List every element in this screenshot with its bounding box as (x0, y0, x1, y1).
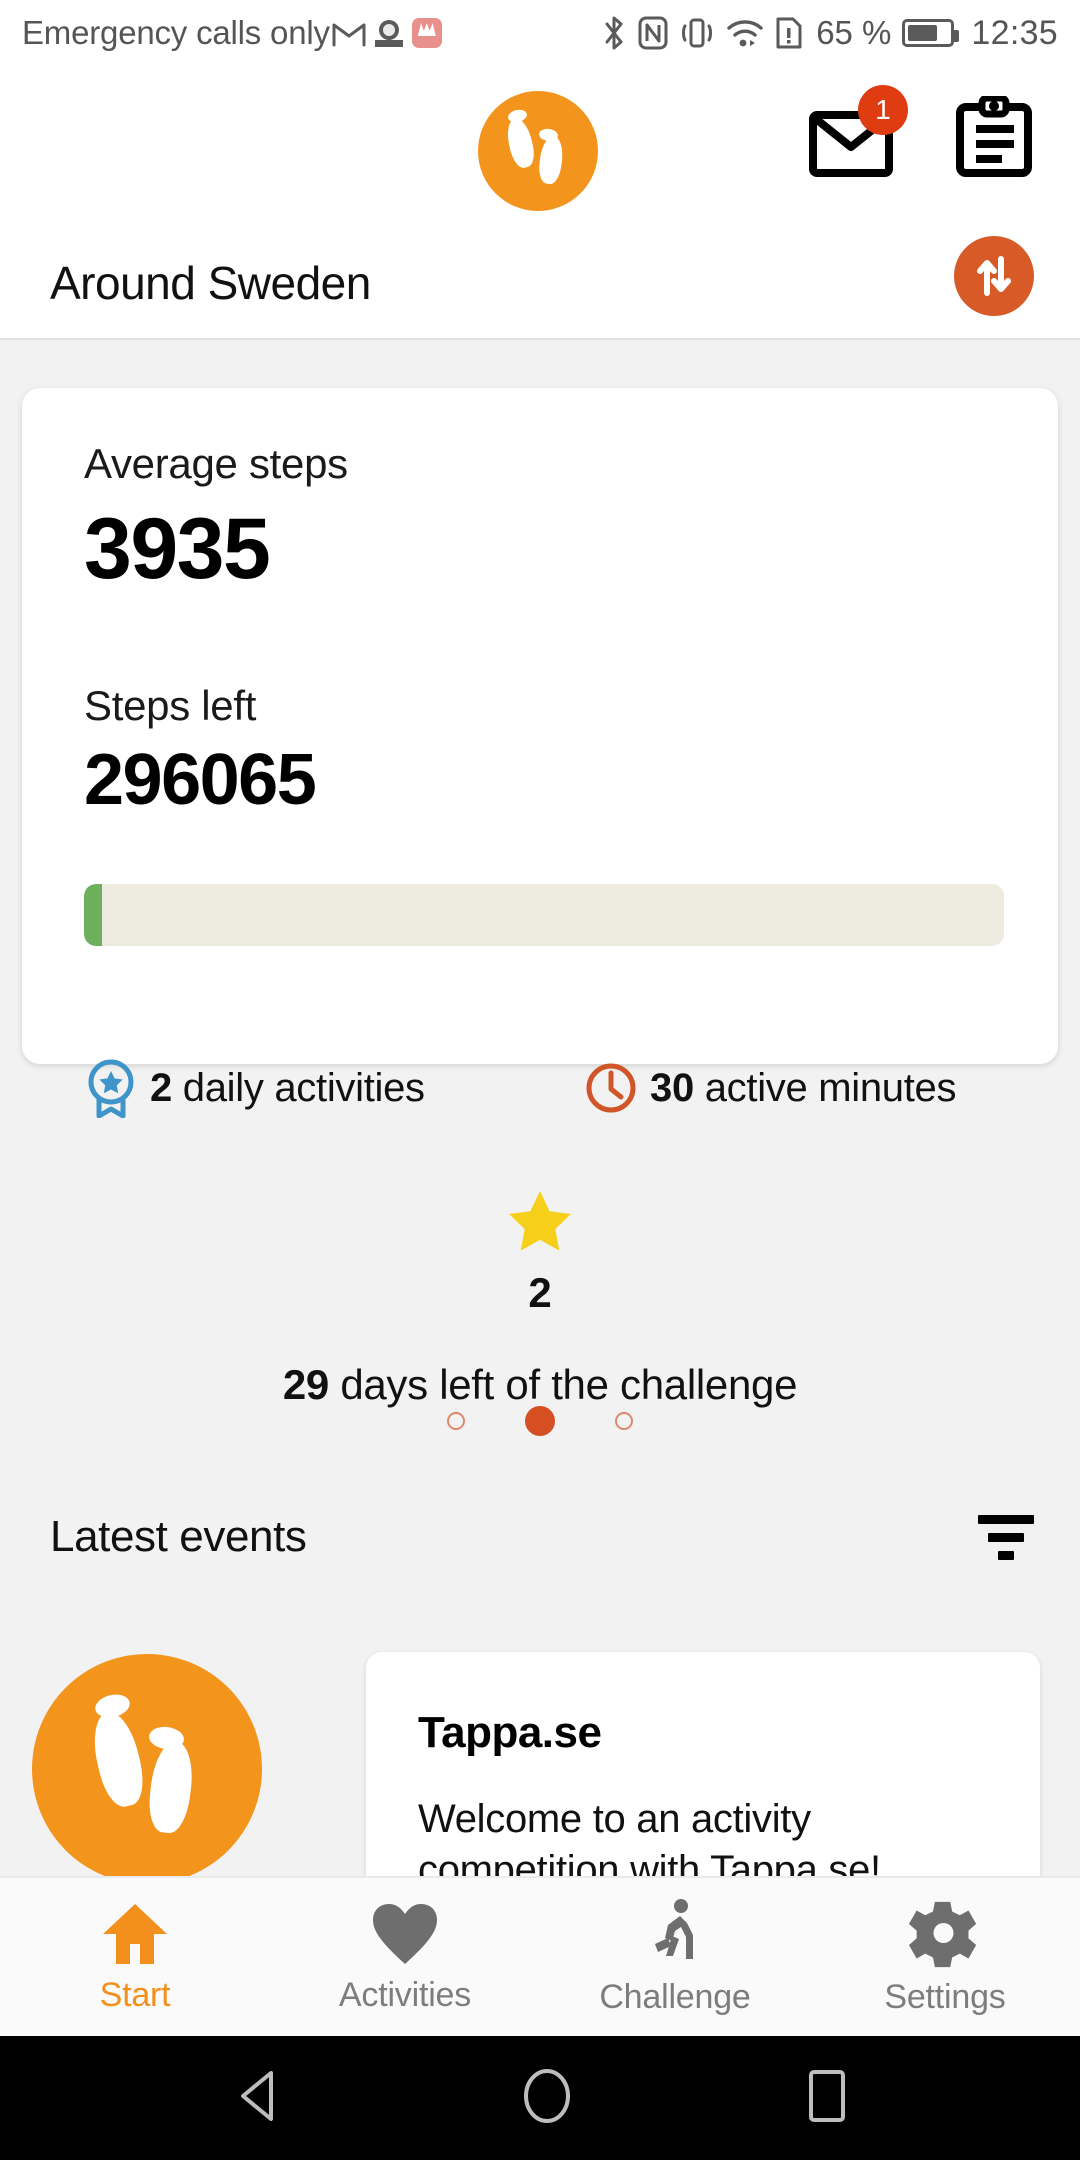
app-header-top-row: 1 (0, 66, 1080, 228)
nfc-icon (638, 16, 668, 50)
heart-icon (373, 1903, 437, 1964)
daily-metrics-row: 2 daily activities 30 active minutes (84, 1058, 1004, 1118)
filter-icon[interactable] (978, 1514, 1034, 1560)
event-sender-name: Tappa.se (418, 1708, 602, 1757)
status-notification-icons (332, 18, 442, 48)
average-steps-label: Average steps (84, 440, 348, 487)
days-left-text: 29 days left of the challenge (22, 1361, 1058, 1409)
daily-activities-value: 2 (150, 1065, 172, 1110)
battery-percent-label: 65 % (816, 14, 892, 51)
bluetooth-icon (601, 15, 627, 51)
event-avatar (32, 1654, 262, 1884)
star-icon (509, 1191, 571, 1251)
daily-activities-label: daily activities (182, 1065, 425, 1110)
home-icon (103, 1903, 167, 1964)
clock-label: 12:35 (971, 13, 1058, 52)
nav-item-settings[interactable]: Settings (810, 1878, 1080, 2036)
status-bar: Emergency calls only 65 % 12:35 (0, 0, 1080, 66)
nav-item-challenge[interactable]: Challenge (540, 1878, 810, 2036)
star-block: 2 29 days left of the challenge (22, 1188, 1058, 1409)
active-minutes-metric: 30 active minutes (584, 1058, 957, 1118)
recents-square-icon (809, 2069, 845, 2122)
challenge-progress-bar (84, 884, 1004, 946)
challenge-title-row: Around Sweden (0, 228, 1080, 338)
mail-unread-badge: 1 (858, 84, 908, 135)
clock-icon (586, 1063, 636, 1113)
carrier-label: Emergency calls only (22, 14, 330, 51)
app-screen: Emergency calls only 65 % 12:35 1 Around… (0, 0, 1080, 2160)
award-ribbon-icon (88, 1059, 134, 1118)
active-minutes-text: 30 active minutes (650, 1065, 957, 1111)
active-minutes-value: 30 (650, 1065, 694, 1110)
daily-activities-text: 2 daily activities (150, 1066, 425, 1111)
star-count: 2 (528, 1269, 552, 1316)
average-steps-block: Average steps 3935 (84, 440, 348, 592)
app-header: 1 Around Sweden (0, 66, 1080, 340)
nav-label-settings: Settings (884, 1977, 1006, 2016)
challenge-summary-card[interactable]: Average steps 3935 Steps left 296065 2 d… (22, 388, 1058, 1436)
bottom-navigation: Start Activities Challenge Settings (0, 1876, 1080, 2036)
steps-left-label: Steps left (84, 682, 257, 729)
card-pagination[interactable] (22, 1406, 1058, 1436)
camera-icon (373, 18, 405, 48)
battery-icon (902, 19, 960, 47)
gear-icon (909, 1901, 977, 1967)
nav-label-start: Start (99, 1975, 171, 2014)
days-left-label: days left of the challenge (340, 1361, 798, 1408)
android-navigation-bar (0, 2036, 1080, 2160)
pagination-dot-2[interactable] (525, 1406, 555, 1436)
mail-button[interactable]: 1 (808, 84, 908, 179)
days-left-value: 29 (282, 1361, 329, 1408)
recents-button[interactable] (803, 2066, 851, 2131)
active-minutes-label: active minutes (704, 1065, 957, 1110)
status-system-icons: 65 % 12:35 (601, 14, 1058, 53)
home-circle-icon (524, 2068, 570, 2123)
wifi-icon (726, 17, 764, 49)
back-triangle-icon (241, 2070, 273, 2121)
daily-activities-metric: 2 daily activities (84, 1058, 584, 1118)
nav-label-activities: Activities (338, 1975, 472, 2014)
page-title: Around Sweden (50, 257, 371, 309)
latest-events-title: Latest events (50, 1512, 307, 1561)
nav-item-activities[interactable]: Activities (270, 1878, 540, 2036)
steps-left-value: 296065 (84, 740, 317, 820)
clipboard-button[interactable] (954, 94, 1034, 183)
huawei-icon (411, 18, 442, 48)
clipboard-icon (956, 94, 1032, 177)
nav-label-challenge: Challenge (599, 1977, 751, 2016)
steps-left-block: Steps left 296065 (84, 682, 317, 820)
sim-alert-icon (775, 16, 803, 50)
header-actions: 1 (808, 84, 1034, 183)
nav-item-start[interactable]: Start (0, 1878, 270, 2036)
challenge-progress-fill (84, 884, 103, 946)
vibrate-icon (679, 16, 715, 50)
pagination-dot-1[interactable] (447, 1412, 465, 1430)
sync-button[interactable] (954, 236, 1034, 316)
footprints-logo (478, 91, 598, 211)
back-button[interactable] (229, 2065, 291, 2132)
latest-events-header: Latest events (0, 1512, 1080, 1562)
pagination-dot-3[interactable] (615, 1412, 633, 1430)
running-person-icon (655, 1898, 693, 1959)
average-steps-value: 3935 (84, 501, 271, 597)
sync-arrows-icon (977, 256, 1011, 296)
gmail-icon (332, 18, 366, 48)
home-button[interactable] (519, 2065, 575, 2132)
